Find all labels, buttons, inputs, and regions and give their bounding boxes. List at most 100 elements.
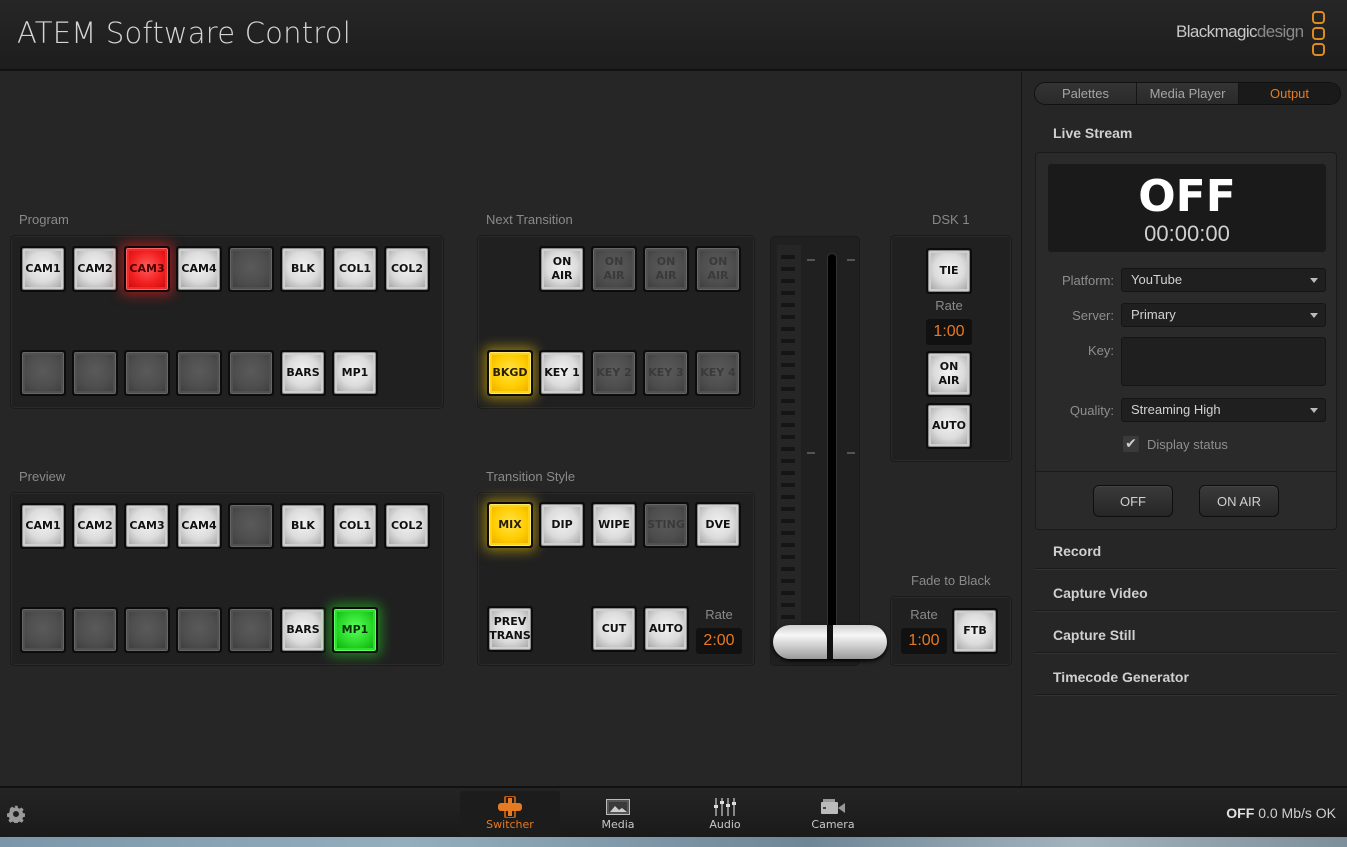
stream-status: OFF 0.0 Mb/s OK [1226, 805, 1336, 821]
media-icon [606, 799, 630, 815]
program-row2-empty-button[interactable] [176, 350, 222, 396]
t-bar-scale-mark [781, 267, 795, 271]
chevron-down-icon [1310, 278, 1318, 283]
next-transition-on-air-on-air-button[interactable]: ON AIR [695, 246, 741, 292]
program-cam3-button[interactable]: CAM3 [124, 246, 170, 292]
transition-style-sting-button[interactable]: STING [643, 502, 689, 548]
t-bar-scale-mark [781, 327, 795, 331]
prev-trans-button[interactable]: PREV TRANS [487, 606, 533, 652]
ftb-panel: Rate 1:00 FTB [890, 596, 1012, 666]
switcher-panel: Program CAM1 CAM2 CAM3 CAM4 BLK COL1 COL2 BARS M… [0, 72, 1022, 786]
t-bar-scale-mark [781, 531, 795, 535]
program-col2-button[interactable]: COL2 [384, 246, 430, 292]
server-select[interactable]: Primary [1121, 303, 1326, 327]
preview-blk-button[interactable]: BLK [280, 503, 326, 549]
preview-col1-button[interactable]: COL1 [332, 503, 378, 549]
gear-icon[interactable] [7, 805, 25, 823]
program-row2-bars-button[interactable]: BARS [280, 350, 326, 396]
program-cam2-button[interactable]: CAM2 [72, 246, 118, 292]
live-stream-panel: OFF 00:00:00 Platform: YouTube Server: P… [1035, 152, 1337, 530]
t-bar-tick [847, 452, 855, 454]
nav-media[interactable]: Media [568, 791, 668, 837]
chevron-down-icon [1310, 313, 1318, 318]
ftb-button[interactable]: FTB [952, 608, 998, 654]
preview-cam4-button[interactable]: CAM4 [176, 503, 222, 549]
t-bar-tick [807, 452, 815, 454]
preview-row2-empty-button[interactable] [20, 607, 66, 653]
preview-row2-bars-button[interactable]: BARS [280, 607, 326, 653]
tab-palettes[interactable]: Palettes [1035, 83, 1137, 104]
t-bar-scale-mark [781, 615, 795, 619]
capture-video-heading[interactable]: Capture Video [1053, 585, 1148, 601]
program-row2-empty-button[interactable] [20, 350, 66, 396]
dsk-rate-field[interactable]: 1:00 [926, 319, 972, 345]
capture-still-heading[interactable]: Capture Still [1053, 627, 1135, 643]
stream-key-input[interactable] [1121, 337, 1326, 386]
preview-row2-empty-button[interactable] [228, 607, 274, 653]
display-status-checkbox[interactable]: ✔ [1123, 436, 1139, 452]
record-heading[interactable]: Record [1053, 543, 1101, 559]
live-stream-heading[interactable]: Live Stream [1053, 125, 1132, 141]
stream-status-display: OFF 00:00:00 [1048, 164, 1326, 252]
transition-rate-label: Rate [705, 607, 733, 622]
platform-select[interactable]: YouTube [1121, 268, 1326, 292]
timecode-generator-heading[interactable]: Timecode Generator [1053, 669, 1189, 685]
preview-row2-empty-button[interactable] [72, 607, 118, 653]
stream-off-button[interactable]: OFF [1093, 485, 1173, 517]
transition-style-panel: MIX DIP WIPE STING DVE PREV TRANS CUT AUTO R… [477, 492, 755, 666]
next-transition-key-3-button[interactable]: KEY 3 [643, 350, 689, 396]
next-transition-key-4-button[interactable]: KEY 4 [695, 350, 741, 396]
title-bar: ATEM Software Control Blackmagicdesign [0, 0, 1347, 71]
transition-style-dip-button[interactable]: DIP [539, 502, 585, 548]
program-row2-empty-button[interactable] [228, 350, 274, 396]
program-row2-empty-button[interactable] [124, 350, 170, 396]
next-transition-key-2-button[interactable]: KEY 2 [591, 350, 637, 396]
t-bar-scale-mark [781, 555, 795, 559]
program-row2-mp1-button[interactable]: MP1 [332, 350, 378, 396]
cut-button[interactable]: CUT [591, 606, 637, 652]
next-transition-on-air-on-air-button[interactable]: ON AIR [643, 246, 689, 292]
next-transition-key-1-button[interactable]: KEY 1 [539, 350, 585, 396]
program-cam4-button[interactable]: CAM4 [176, 246, 222, 292]
divider [1035, 652, 1337, 654]
transition-style-mix-button[interactable]: MIX [487, 502, 533, 548]
next-transition-bkgd-button[interactable]: BKGD [487, 350, 533, 396]
auto-button[interactable]: AUTO [643, 606, 689, 652]
nav-switcher[interactable]: Switcher [460, 791, 560, 837]
preview-cam2-button[interactable]: CAM2 [72, 503, 118, 549]
t-bar-handle[interactable] [773, 625, 887, 659]
preview-cam3-button[interactable]: CAM3 [124, 503, 170, 549]
dsk-tie-button[interactable]: TIE [926, 248, 972, 294]
preview-col2-button[interactable]: COL2 [384, 503, 430, 549]
preview-row2-empty-button[interactable] [176, 607, 222, 653]
ftb-rate-field[interactable]: 1:00 [901, 628, 947, 654]
program-blk-button[interactable]: BLK [280, 246, 326, 292]
quality-select[interactable]: Streaming High [1121, 398, 1326, 422]
program-row2-empty-button[interactable] [72, 350, 118, 396]
preview-row2-empty-button[interactable] [124, 607, 170, 653]
transition-rate-field[interactable]: 2:00 [696, 628, 742, 654]
dsk-auto-button[interactable]: AUTO [926, 403, 972, 449]
dsk-rate-label: Rate [935, 298, 963, 313]
stream-on-air-button[interactable]: ON AIR [1199, 485, 1279, 517]
transition-style-dve-button[interactable]: DVE [695, 502, 741, 548]
preview-row2-mp1-button[interactable]: MP1 [332, 607, 378, 653]
checkmark-icon: ✔ [1125, 436, 1137, 452]
nav-audio[interactable]: Audio [675, 791, 775, 837]
program-col1-button[interactable]: COL1 [332, 246, 378, 292]
transition-style-wipe-button[interactable]: WIPE [591, 502, 637, 548]
next-transition-on-air-on-air-button[interactable]: ON AIR [591, 246, 637, 292]
nav-camera[interactable]: Camera [783, 791, 883, 837]
audio-icon [714, 798, 736, 816]
program-cam1-button[interactable]: CAM1 [20, 246, 66, 292]
next-transition-on-air-on-air-button[interactable]: ON AIR [539, 246, 585, 292]
preview-empty-button[interactable] [228, 503, 274, 549]
dsk-on-air-button[interactable]: ON AIR [926, 351, 972, 397]
t-bar[interactable] [770, 236, 887, 666]
preview-cam1-button[interactable]: CAM1 [20, 503, 66, 549]
program-empty-button[interactable] [228, 246, 274, 292]
tab-media-player[interactable]: Media Player [1137, 83, 1239, 104]
t-bar-scale-mark [781, 363, 795, 367]
tab-output[interactable]: Output [1239, 83, 1340, 104]
switcher-icon [498, 796, 522, 818]
